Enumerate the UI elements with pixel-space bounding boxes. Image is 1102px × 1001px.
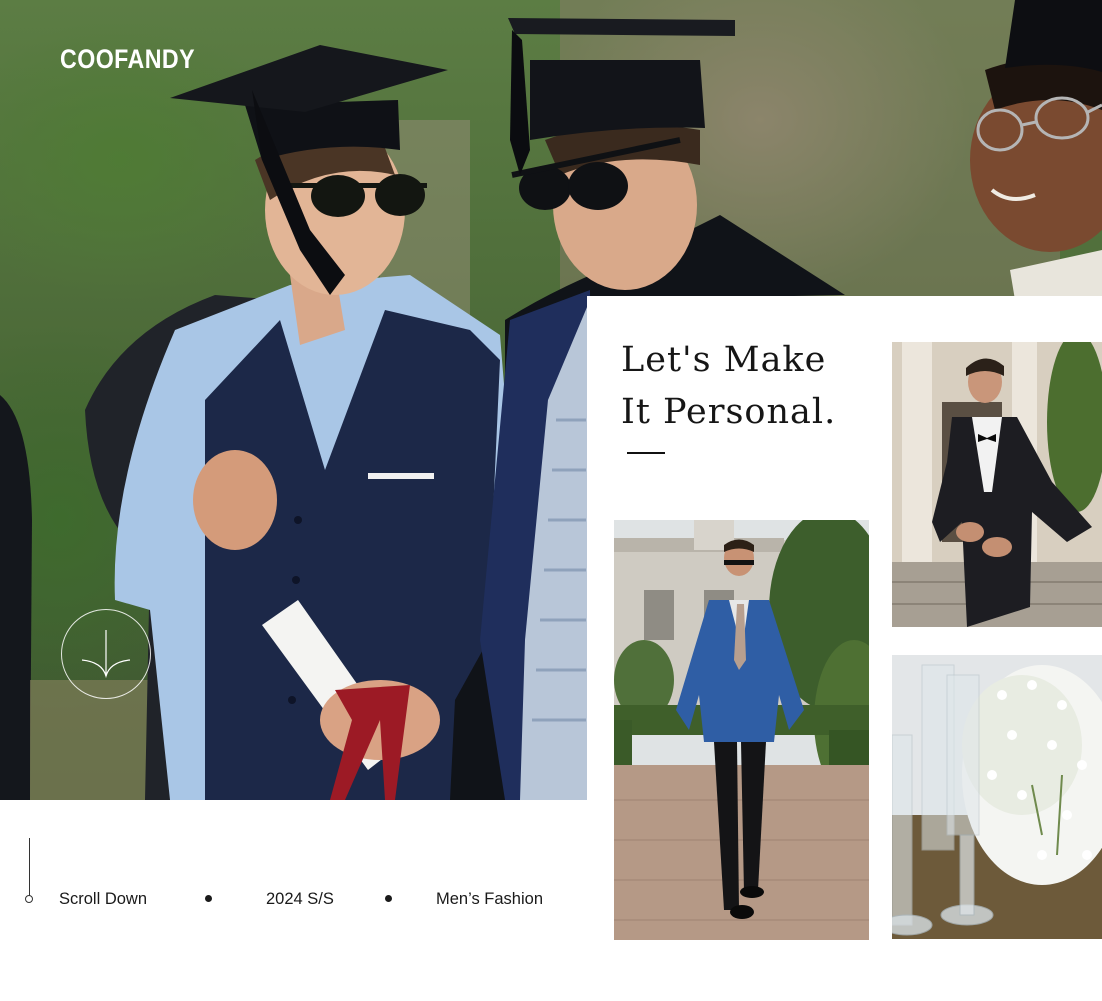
- scroll-indicator-dot: [25, 895, 33, 903]
- separator-dot: [385, 895, 392, 902]
- blue-suit-illustration: [614, 520, 869, 940]
- photo-tile-black-tuxedo[interactable]: [892, 342, 1102, 627]
- season-label: 2024 S/S: [266, 890, 334, 908]
- scroll-down-button[interactable]: [61, 609, 151, 699]
- brand-logo[interactable]: COOFANDY: [60, 44, 195, 75]
- separator-dot: [205, 895, 212, 902]
- category-label: Men’s Fashion: [436, 890, 544, 908]
- tuxedo-illustration: [892, 342, 1102, 627]
- headline: Let's Make It Personal.: [621, 334, 836, 438]
- scroll-down-label[interactable]: Scroll Down: [59, 890, 147, 909]
- headline-divider: [627, 452, 665, 454]
- headline-line-1: Let's Make: [621, 340, 827, 380]
- flowers-illustration: [892, 655, 1102, 939]
- photo-tile-blue-suit[interactable]: [614, 520, 869, 940]
- photo-tile-flowers[interactable]: [892, 655, 1102, 939]
- arrow-down-icon: [81, 630, 131, 679]
- headline-line-2: It Personal.: [621, 392, 837, 432]
- scroll-indicator-line: [29, 838, 30, 896]
